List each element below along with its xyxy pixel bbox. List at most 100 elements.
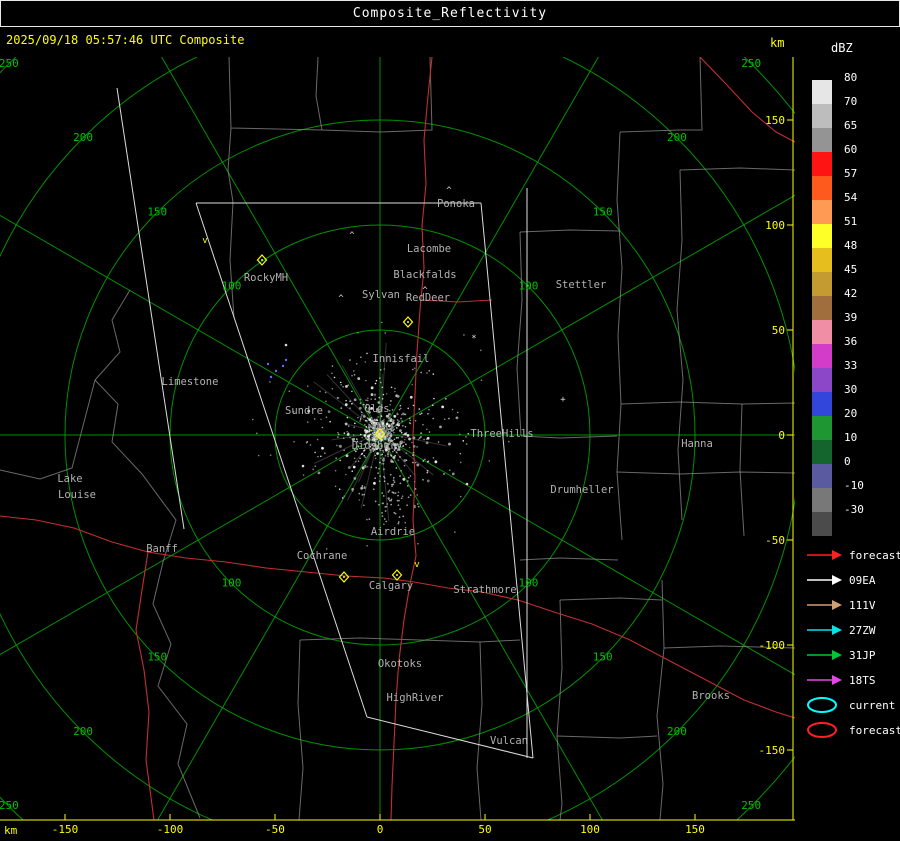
colorbar-swatch: [812, 488, 832, 512]
bottom-axis-tick-label: -100: [157, 823, 184, 836]
range-ring-label: 150: [593, 651, 613, 664]
town-point-symbol: +: [560, 395, 566, 405]
legend-item: forecast: [805, 545, 900, 565]
colorbar-value-label: 0: [844, 455, 851, 468]
colorbar-swatch: [812, 464, 832, 488]
legend-label: forecast: [849, 548, 900, 562]
legend-item: 31JP: [805, 645, 876, 665]
axis-unit-bottom: km: [4, 824, 18, 837]
range-ring-label: 200: [73, 725, 93, 738]
range-ring-label: 150: [593, 205, 613, 218]
right-axis-tick-label: 150: [765, 114, 785, 127]
city-label: Okotoks: [378, 658, 422, 670]
track-arrow-icon: [807, 550, 842, 560]
colorbar-swatch: [812, 512, 832, 536]
town-point-symbol: ^: [422, 286, 428, 296]
right-axis-tick-label: -100: [759, 639, 786, 652]
track-arrow-icon: [807, 650, 842, 660]
colorbar-value-label: 39: [844, 311, 858, 324]
colorbar-swatch: [812, 368, 832, 392]
legend-label: 09EA: [849, 573, 876, 587]
legend-label: current: [849, 698, 896, 712]
legend-item: 111V: [805, 595, 876, 615]
city-label: Vulcan: [490, 735, 528, 747]
colorbar-value-label: 45: [844, 263, 858, 276]
legend-item: 27ZW: [805, 620, 876, 640]
county-boundaries: [0, 57, 795, 820]
right-axis-tick-label: 100: [765, 219, 785, 232]
colorbar-swatch: [812, 416, 832, 440]
timestamp-label: 2025/09/18 05:57:46 UTC Composite: [6, 33, 245, 47]
city-label: HighRiver: [387, 692, 444, 704]
colorbar-value-label: 42: [844, 287, 858, 300]
colorbar-value-label: 30: [844, 383, 858, 396]
storm-ellipse-icon: [807, 722, 837, 738]
city-label: Limestone: [162, 376, 219, 388]
check-marker: v: [414, 560, 419, 570]
city-label: Strathmore: [453, 584, 516, 596]
colorbar-value-label: 48: [844, 239, 858, 252]
colorbar-swatch: [812, 320, 832, 344]
colorbar-value-label: 65: [844, 119, 858, 132]
legend-label: forecast: [849, 723, 900, 737]
city-label: RockyMH: [244, 272, 288, 284]
city-label: Ponoka: [437, 198, 475, 210]
colorbar-value-label: 54: [844, 191, 858, 204]
city-label: Sundre: [285, 405, 323, 417]
colorbar-swatch: [812, 176, 832, 200]
colorbar-swatch: [812, 152, 832, 176]
range-ring-label: 250: [0, 799, 19, 812]
colorbar-swatch: [812, 80, 832, 104]
highways: [0, 57, 795, 820]
range-ring-label: 100: [519, 280, 539, 293]
colorbar-value-label: 20: [844, 407, 858, 420]
bottom-axis-tick-label: 150: [685, 823, 705, 836]
right-axis-tick-label: 50: [772, 324, 785, 337]
city-label: Blackfalds: [393, 269, 456, 281]
range-ring-label: 200: [667, 725, 687, 738]
legend-label: 111V: [849, 598, 876, 612]
city-label: Olds: [364, 403, 389, 415]
legend-item: forecast: [805, 720, 900, 740]
legend-label: 31JP: [849, 648, 876, 662]
track-arrow-icon: [807, 625, 842, 635]
colorbar-value-label: 33: [844, 359, 858, 372]
colorbar-swatch: [812, 248, 832, 272]
bottom-axis-tick-label: -150: [52, 823, 79, 836]
storm-ellipse-icon: [807, 697, 837, 713]
legend-label: 18TS: [849, 673, 876, 687]
track-arrow-icon: [807, 575, 842, 585]
colorbar-swatch: [812, 104, 832, 128]
bottom-axis-tick-label: -50: [265, 823, 285, 836]
city-label: Louise: [58, 489, 96, 501]
colorbar-value-label: 60: [844, 143, 858, 156]
city-label: Stettler: [556, 279, 607, 291]
window-titlebar: Composite_Reflectivity: [0, 0, 900, 27]
city-label: Banff: [146, 543, 178, 555]
colorbar-value-label: -10: [844, 479, 864, 492]
town-point-symbol: ^: [446, 186, 452, 196]
range-ring-label: 250: [741, 799, 761, 812]
range-ring-label: 100: [222, 576, 242, 589]
city-label: ThreeHills: [470, 428, 533, 440]
colorbar-swatch: [812, 296, 832, 320]
legend-label: 27ZW: [849, 623, 876, 637]
city-label: Calgary: [369, 580, 413, 592]
range-ring-label: 100: [519, 576, 539, 589]
bottom-axis-tick-label: 50: [478, 823, 491, 836]
track-arrow-icon: [807, 600, 842, 610]
colorbar-swatch: [812, 272, 832, 296]
city-label: Lake: [57, 473, 82, 485]
town-point-symbol: ^: [338, 294, 344, 304]
legend-item: current: [805, 695, 895, 715]
colorbar-value-label: 10: [844, 431, 858, 444]
range-ring-label: 250: [741, 57, 761, 70]
city-label: Innisfail: [373, 353, 430, 365]
bottom-axis-tick-label: 0: [377, 823, 384, 836]
city-label: Brooks: [692, 690, 730, 702]
colorbar-swatch: [812, 440, 832, 464]
radar-map-canvas[interactable]: 100 150 200 250 100 150 200 250 100 150 200 250 100 1…: [0, 0, 795, 841]
range-ring-label: 150: [147, 651, 167, 664]
legend-item: 18TS: [805, 670, 876, 690]
city-label: Drumheller: [550, 484, 613, 496]
